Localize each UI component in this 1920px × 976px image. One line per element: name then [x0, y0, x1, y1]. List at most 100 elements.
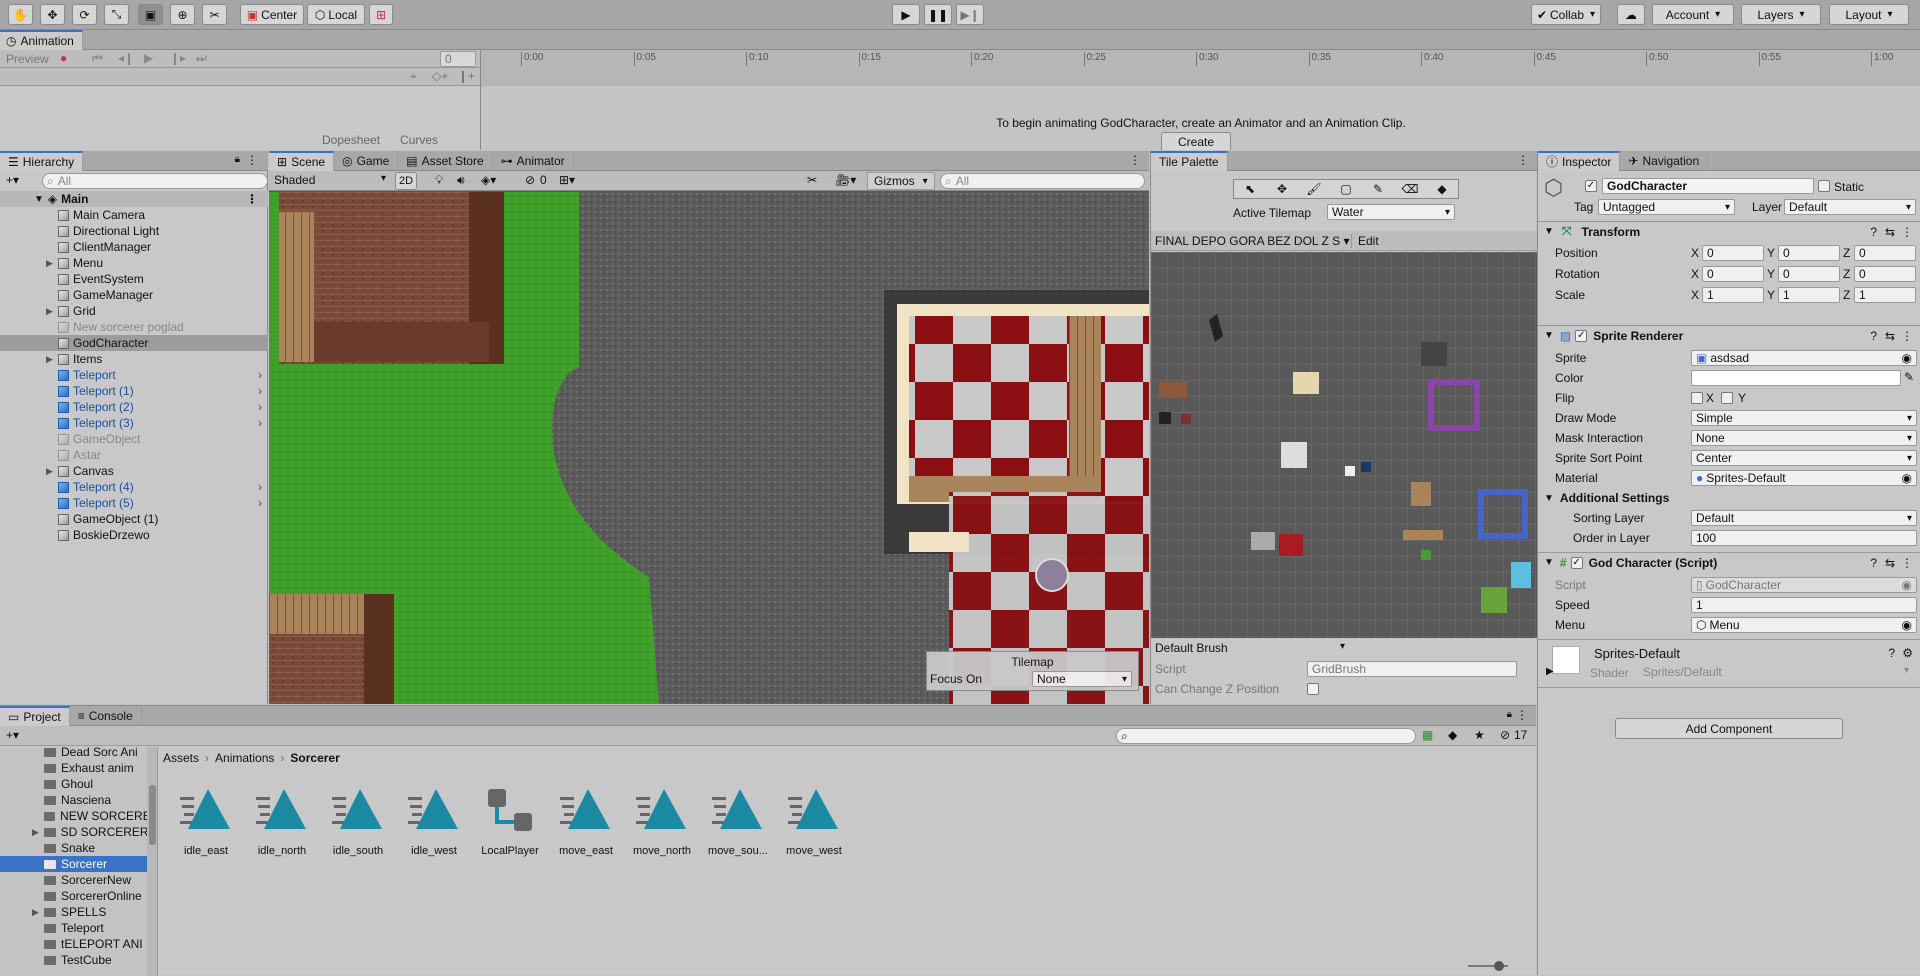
hidden-packages-icon[interactable]: ⊘ [1500, 728, 1510, 742]
object-picker-icon[interactable]: ◉ [1902, 618, 1912, 632]
palette-grid[interactable] [1151, 252, 1537, 638]
add-event-icon[interactable]: ❙+ [458, 69, 475, 83]
settings-gear-icon[interactable]: ⚙ [1902, 646, 1913, 660]
next-frame-icon[interactable]: ❙▸ [170, 51, 186, 65]
sorting-layer-dropdown[interactable]: Default [1691, 510, 1917, 526]
shading-dropdown[interactable]: Shaded [272, 173, 390, 189]
asset-item[interactable]: LocalPlayer [474, 783, 546, 857]
position-x-field[interactable]: 0 [1702, 245, 1764, 261]
paint-brush-icon[interactable]: 🖌︎ [1298, 182, 1330, 196]
scale-x-field[interactable]: 1 [1702, 287, 1764, 303]
open-prefab-chevron-icon[interactable]: › [258, 368, 262, 382]
layer-dropdown[interactable]: Default [1784, 199, 1916, 215]
tab-game[interactable]: ◎ Game [334, 150, 399, 171]
additional-settings-foldout[interactable]: ▼ Additional Settings [1544, 490, 1669, 506]
component-menu-icon[interactable]: ⋮ [1901, 556, 1913, 570]
project-folder-item[interactable]: Sorcerer [0, 856, 147, 872]
project-folder-item[interactable]: Teleport [0, 920, 147, 936]
camera-icon[interactable]: 🎥︎▾ [835, 173, 856, 187]
project-folder-item[interactable]: ▶ SPELLS [0, 904, 147, 920]
collapse-icon[interactable]: ▼ [1544, 226, 1554, 237]
hierarchy-item[interactable]: Teleport (1) › [0, 383, 268, 399]
space-toggle[interactable]: ⬡ Local [307, 4, 365, 25]
project-folder-item[interactable]: tELEPORT ANI [0, 936, 147, 952]
fill-icon[interactable]: ◆ [1426, 182, 1458, 196]
move-tile-icon[interactable]: ✥ [1266, 182, 1298, 196]
scene-canvas[interactable]: Tilemap Focus On None [269, 192, 1149, 704]
hand-tool-button[interactable]: ✋ [8, 4, 33, 25]
hierarchy-item[interactable]: ▶ Grid [0, 303, 268, 319]
lighting-icon[interactable]: 💡︎ [435, 173, 443, 188]
move-tool-button[interactable]: ✥ [40, 4, 65, 25]
mode-2d-toggle[interactable]: 2D [395, 172, 417, 190]
last-frame-icon[interactable]: ⏭ [196, 51, 207, 66]
rotate-tool-button[interactable]: ⟳ [72, 4, 97, 25]
project-folder-item[interactable]: Dead Sorc Ani [0, 747, 147, 760]
tab-scene[interactable]: ⊞ Scene [269, 150, 335, 171]
select-tool-icon[interactable]: ⬉ [1234, 182, 1266, 196]
transform-header[interactable]: ▼ ⤧ Transform ? ⇆ ⋮ [1538, 221, 1920, 241]
hierarchy-search-input[interactable]: ⌕ All [42, 173, 268, 189]
hierarchy-item[interactable]: Teleport (2) › [0, 399, 268, 415]
asset-item[interactable]: move_west [778, 783, 850, 857]
filter-type-icon[interactable]: ▦ [1422, 728, 1433, 742]
create-button[interactable]: Create [1161, 132, 1231, 150]
gizmos-dropdown[interactable]: Gizmos ▾ [867, 172, 935, 190]
scale-tool-button[interactable]: ⤡ [104, 4, 129, 25]
expand-right-icon[interactable]: ▶ [46, 466, 58, 477]
zoom-slider[interactable] [1468, 961, 1508, 971]
cloud-button[interactable]: ☁ [1617, 4, 1645, 25]
position-y-field[interactable]: 0 [1778, 245, 1840, 261]
tab-animator[interactable]: ⊶ Animator [493, 150, 574, 171]
expand-down-icon[interactable]: ▼ [34, 194, 44, 205]
project-folder-item[interactable]: NEW SORCERE [0, 808, 147, 824]
rotation-y-field[interactable]: 0 [1778, 266, 1840, 282]
step-button[interactable]: ▶❙ [956, 4, 984, 25]
help-icon[interactable]: ? [1870, 329, 1877, 343]
create-plus-icon[interactable]: +▾ [6, 728, 19, 742]
keyframe-icon[interactable]: ⌖ [410, 69, 417, 84]
palette-dropdown[interactable]: FINAL DEPO GORA BEZ DOL Z S ▾ [1151, 234, 1351, 248]
zoom-slider-thumb[interactable] [1494, 961, 1504, 971]
expand-right-icon[interactable]: ▶ [32, 907, 44, 918]
mask-interaction-dropdown[interactable]: None [1691, 430, 1917, 446]
expand-right-icon[interactable]: ▶ [46, 258, 58, 269]
rotation-x-field[interactable]: 0 [1702, 266, 1764, 282]
hierarchy-item[interactable]: GameManager [0, 287, 268, 303]
scene-tools-icon[interactable]: ✂ [807, 173, 817, 187]
prev-frame-icon[interactable]: ◂❙ [118, 51, 134, 65]
hierarchy-item[interactable]: Teleport › [0, 367, 268, 383]
create-plus-icon[interactable]: +▾ [6, 173, 19, 187]
asset-item[interactable]: idle_west [398, 783, 470, 857]
scale-z-field[interactable]: 1 [1854, 287, 1916, 303]
eyedropper-icon[interactable]: ✎ [1904, 370, 1914, 384]
script-enabled-checkbox[interactable]: ✓ [1570, 556, 1583, 569]
scene-search-input[interactable]: ⌕ All [940, 173, 1145, 189]
project-folder-item[interactable]: Exhaust anim [0, 760, 147, 776]
menu-field[interactable]: ⬡ Menu ◉ [1691, 617, 1917, 633]
tab-tile-palette[interactable]: Tile Palette [1151, 150, 1228, 171]
tab-console[interactable]: ≡ Console [70, 705, 142, 726]
eraser-icon[interactable]: ⌫ [1394, 182, 1426, 196]
sprite-field[interactable]: ▣ asdsad ◉ [1691, 350, 1917, 366]
box-fill-icon[interactable]: ▢ [1330, 182, 1362, 196]
hierarchy-item[interactable]: New sorcerer poglad [0, 319, 268, 335]
panel-menu-icon[interactable]: ⋮ [1516, 708, 1528, 722]
tab-navigation[interactable]: ✈ Navigation [1620, 150, 1709, 171]
material-field[interactable]: ● Sprites-Default ◉ [1691, 470, 1917, 486]
help-icon[interactable]: ? [1888, 646, 1895, 660]
expand-right-icon[interactable]: ▶ [46, 306, 58, 317]
audio-icon[interactable]: 🔊︎ [457, 173, 465, 188]
brush-script-field[interactable]: GridBrush [1307, 661, 1517, 677]
asset-item[interactable]: idle_east [170, 783, 242, 857]
picker-icon[interactable]: ✎ [1362, 182, 1394, 196]
expand-right-icon[interactable]: ▶ [46, 354, 58, 365]
asset-item[interactable]: move_sou... [702, 783, 774, 857]
active-checkbox[interactable]: ✓ [1585, 180, 1597, 192]
hierarchy-item[interactable]: Teleport (5) › [0, 495, 268, 511]
hierarchy-item[interactable]: BoskieDrzewo [0, 527, 268, 543]
collapse-icon[interactable]: ▼ [1544, 557, 1554, 568]
hierarchy-item[interactable]: Teleport (3) › [0, 415, 268, 431]
object-picker-icon[interactable]: ◉ [1902, 578, 1912, 592]
panel-menu-icon[interactable]: ⋮ [246, 153, 258, 167]
